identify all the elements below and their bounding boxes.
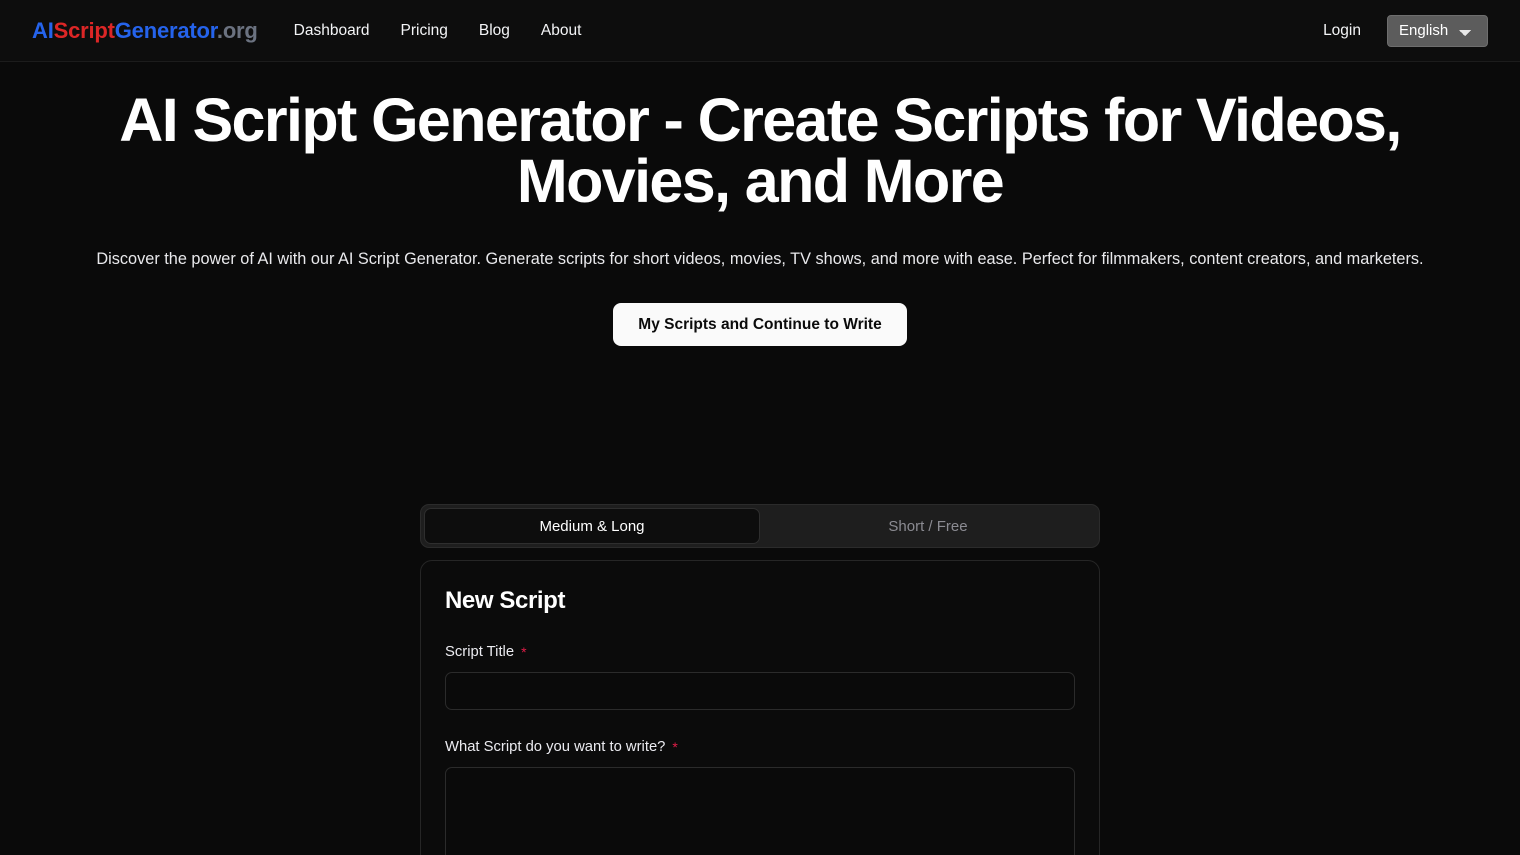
field-script-prompt: What Script do you want to write? * xyxy=(445,739,1075,855)
header-right-group: Login English xyxy=(1323,14,1488,47)
logo-segment-org: .org xyxy=(216,17,258,43)
nav-item-dashboard[interactable]: Dashboard xyxy=(294,22,370,40)
page-title: AI Script Generator - Create Scripts for… xyxy=(119,86,1402,215)
hero-section: AI Script Generator - Create Scripts for… xyxy=(0,62,1520,347)
required-asterisk-icon: * xyxy=(521,644,527,661)
logo-segment-generator: Generator xyxy=(114,17,217,43)
script-type-tabs: Medium & Long Short / Free xyxy=(420,504,1100,549)
script-title-label: Script Title xyxy=(445,644,515,661)
card-title: New Script xyxy=(445,587,566,615)
field-script-title: Script Title * xyxy=(445,644,1075,711)
logo-segment-script: Script xyxy=(53,17,115,43)
nav-item-about[interactable]: About xyxy=(541,22,582,40)
my-scripts-button[interactable]: My Scripts and Continue to Write xyxy=(613,302,907,347)
script-title-label-row: Script Title * xyxy=(445,644,1075,660)
site-header: AIScriptGenerator.org Dashboard Pricing … xyxy=(0,0,1520,62)
nav-item-blog[interactable]: Blog xyxy=(479,22,510,40)
tab-short-free[interactable]: Short / Free xyxy=(760,508,1096,544)
script-prompt-label-row: What Script do you want to write? * xyxy=(445,739,1075,755)
nav-item-pricing[interactable]: Pricing xyxy=(401,22,448,40)
logo-segment-ai: AI xyxy=(32,17,54,43)
script-form-section: Medium & Long Short / Free New Script Sc… xyxy=(0,504,1520,855)
language-select[interactable]: English xyxy=(1387,14,1488,47)
new-script-card: New Script Script Title * What Script do… xyxy=(420,560,1100,855)
login-link[interactable]: Login xyxy=(1323,22,1361,40)
hero-cta-wrapper: My Scripts and Continue to Write xyxy=(30,302,1490,347)
script-prompt-label: What Script do you want to write? xyxy=(445,739,666,756)
site-logo[interactable]: AIScriptGenerator.org xyxy=(32,18,258,44)
script-title-input[interactable] xyxy=(445,672,1075,711)
script-prompt-textarea[interactable] xyxy=(445,767,1075,855)
tab-medium-and-long[interactable]: Medium & Long xyxy=(424,508,760,545)
hero-subtitle: Discover the power of AI with our AI Scr… xyxy=(96,250,1424,268)
main-nav: Dashboard Pricing Blog About xyxy=(294,22,582,40)
required-asterisk-icon: * xyxy=(672,739,678,756)
